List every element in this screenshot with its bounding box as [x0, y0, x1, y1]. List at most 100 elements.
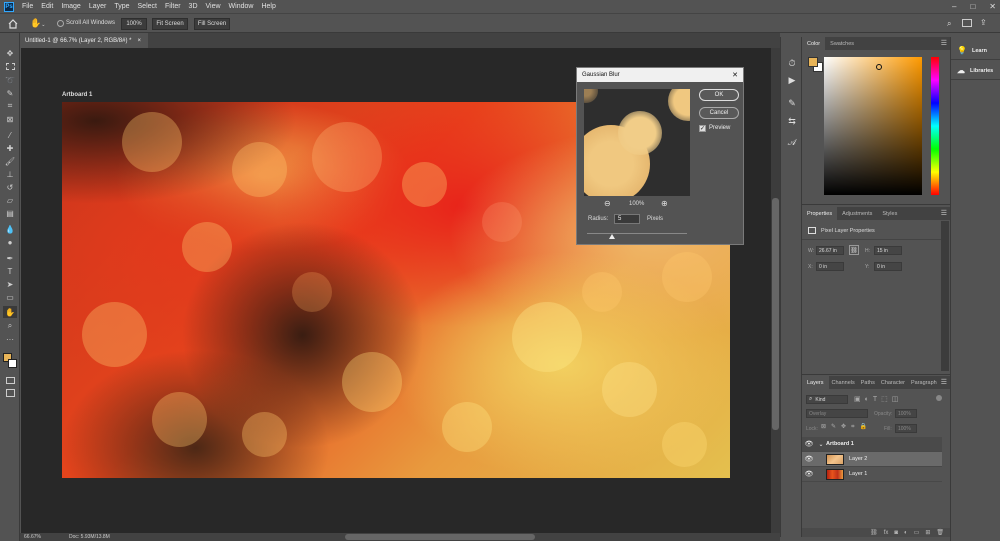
layer-filter-kind[interactable]: ⌕ Kind	[806, 395, 848, 404]
menu-3d[interactable]: 3D	[189, 3, 198, 10]
x-field[interactable]: 0 in	[816, 262, 844, 271]
marquee-tool-icon[interactable]	[3, 60, 17, 72]
tab-channels[interactable]: Channels	[829, 376, 858, 389]
crop-tool-icon[interactable]: ⌗	[3, 100, 17, 112]
type-tool-icon[interactable]: T	[3, 265, 17, 277]
layer-filter-icons[interactable]: ▣◐T⬚◫	[854, 395, 902, 403]
fill-screen-button[interactable]: Fill Screen	[194, 18, 230, 30]
lock-icons[interactable]: ⊠✎✥⌗🔒	[821, 423, 872, 431]
blur-tool-icon[interactable]: 💧	[3, 223, 17, 235]
adjust-icon[interactable]: ⇆	[785, 115, 799, 127]
layer-row-layer-1[interactable]: 👁 Layer 1	[802, 467, 942, 482]
color-panel-menu-icon[interactable]: ☰	[941, 39, 947, 47]
ok-button[interactable]: OK	[699, 89, 739, 101]
trash-icon[interactable]: 🗑	[936, 529, 944, 536]
hand-tool-preset-icon[interactable]: ✋⌄	[30, 18, 48, 30]
artboard-label[interactable]: Artboard 1	[62, 92, 92, 98]
link-icon[interactable]: ⛓	[870, 529, 878, 536]
visibility-eye-icon[interactable]: 👁	[802, 455, 816, 463]
fit-screen-button[interactable]: Fit Screen	[152, 18, 188, 30]
minimize-button[interactable]: –	[952, 2, 956, 11]
clone-stamp-tool-icon[interactable]: ⊥	[3, 168, 17, 180]
home-icon[interactable]	[7, 18, 19, 30]
menu-file[interactable]: File	[22, 3, 33, 10]
close-tab-icon[interactable]: ×	[137, 38, 141, 44]
menu-view[interactable]: View	[206, 3, 221, 10]
zoom-in-icon[interactable]: ⊕	[661, 199, 668, 208]
radius-input[interactable]: 5	[614, 214, 640, 224]
eyedropper-tool-icon[interactable]: ⁄	[3, 129, 17, 141]
scroll-all-windows-checkbox[interactable]	[57, 20, 64, 27]
tab-paragraph[interactable]: Paragraph	[908, 376, 940, 389]
lasso-tool-icon[interactable]: ➰	[3, 74, 17, 86]
zoom-tool-icon[interactable]: ⌕	[3, 320, 17, 332]
eraser-tool-icon[interactable]: ▱	[3, 194, 17, 206]
zoom-level-readout[interactable]: 66.67%	[24, 534, 41, 540]
close-window-button[interactable]: ✕	[989, 2, 996, 11]
link-dimensions-icon[interactable]: ⛓	[849, 245, 859, 255]
gradient-tool-icon[interactable]: ▤	[3, 207, 17, 219]
menu-type[interactable]: Type	[114, 3, 129, 10]
maximize-button[interactable]: □	[970, 2, 975, 11]
history-panel-icon[interactable]: ⏱	[785, 57, 799, 69]
horizontal-scroll-thumb[interactable]	[345, 534, 535, 540]
actions-panel-icon[interactable]: ▶	[785, 74, 799, 86]
menu-select[interactable]: Select	[138, 3, 157, 10]
quick-mask-icon[interactable]	[3, 374, 17, 386]
document-tab[interactable]: Untitled-1 @ 66.7% (Layer 2, RGB/8#) * ×	[20, 33, 148, 48]
color-field[interactable]	[824, 57, 922, 195]
menu-window[interactable]: Window	[229, 3, 254, 10]
tab-paths[interactable]: Paths	[858, 376, 878, 389]
menu-layer[interactable]: Layer	[89, 3, 107, 10]
visibility-eye-icon[interactable]: 👁	[802, 470, 816, 478]
fx-icon[interactable]: fx	[884, 530, 889, 536]
pen-tool-icon[interactable]: ✒	[3, 252, 17, 264]
dialog-close-button[interactable]: ✕	[732, 71, 738, 79]
tab-character[interactable]: Character	[878, 376, 908, 389]
dodge-tool-icon[interactable]: ●	[3, 236, 17, 248]
radius-slider-thumb[interactable]	[609, 234, 615, 239]
tab-styles[interactable]: Styles	[877, 207, 902, 220]
healing-brush-tool-icon[interactable]: ✚	[3, 142, 17, 154]
radius-slider-track[interactable]	[587, 233, 687, 234]
vertical-scrollbar[interactable]	[771, 48, 780, 533]
properties-scrollbar[interactable]	[941, 221, 949, 371]
tab-properties[interactable]: Properties	[802, 207, 838, 220]
libraries-button[interactable]: ☁ Libraries	[951, 62, 1000, 80]
tab-layers[interactable]: Layers	[802, 376, 829, 389]
tab-adjustments[interactable]: Adjustments	[837, 207, 877, 220]
group-icon[interactable]: ▭	[914, 529, 920, 536]
search-icon[interactable]: ⌕	[947, 19, 951, 29]
y-field[interactable]: 0 in	[874, 262, 902, 271]
quick-select-tool-icon[interactable]: ✎	[3, 87, 17, 99]
learn-button[interactable]: 💡 Learn	[951, 42, 1000, 60]
new-layer-icon[interactable]: ⊞	[925, 529, 930, 536]
path-select-tool-icon[interactable]: ➤	[3, 278, 17, 290]
fill-field[interactable]: 100%	[895, 424, 917, 433]
layer-row-artboard[interactable]: 👁 ⌄ Artboard 1	[802, 437, 942, 452]
height-field[interactable]: 15 in	[874, 246, 902, 255]
shape-tool-icon[interactable]: ▭	[3, 291, 17, 303]
hue-slider[interactable]	[931, 57, 939, 195]
opacity-field[interactable]: 100%	[895, 409, 917, 418]
layer-row-layer-2[interactable]: 👁 Layer 2	[802, 452, 942, 467]
menu-help[interactable]: Help	[261, 3, 275, 10]
workspace-icon[interactable]	[962, 19, 972, 27]
brush-settings-icon[interactable]: ✎	[785, 97, 799, 109]
character-icon[interactable]: 𝒜	[785, 136, 799, 148]
move-tool-icon[interactable]: ✥	[3, 47, 17, 59]
expand-chevron-icon[interactable]: ⌄	[816, 441, 826, 448]
screen-mode-icon[interactable]	[3, 387, 17, 399]
frame-tool-icon[interactable]: ⊠	[3, 113, 17, 125]
zoom-100-button[interactable]: 100%	[121, 18, 147, 30]
history-brush-tool-icon[interactable]: ↺	[3, 181, 17, 193]
menu-image[interactable]: Image	[61, 3, 80, 10]
background-color-swatch[interactable]	[8, 359, 17, 368]
color-picker-ring[interactable]	[876, 64, 882, 70]
visibility-eye-icon[interactable]: 👁	[802, 440, 816, 448]
mask-icon[interactable]: ◙	[894, 530, 898, 536]
properties-panel-menu-icon[interactable]: ☰	[941, 209, 947, 217]
dialog-title-bar[interactable]: Gaussian Blur ✕	[577, 68, 743, 82]
preview-checkbox[interactable]: ✓	[699, 125, 706, 132]
color-panel-foreground-swatch[interactable]	[808, 57, 818, 67]
